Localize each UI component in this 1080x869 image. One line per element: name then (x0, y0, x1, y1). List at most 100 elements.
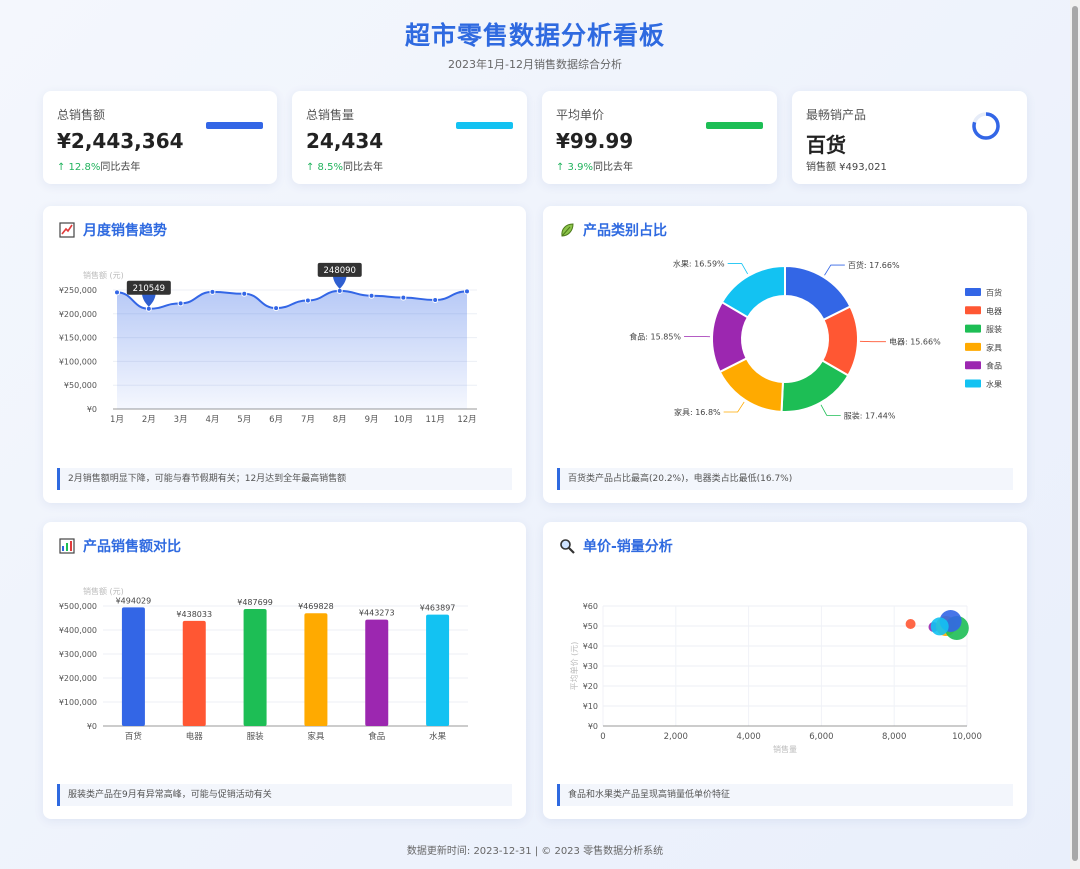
y-tick-label: ¥100,000 (59, 698, 97, 707)
panel-category-share: 产品类别占比 百货: 17.66% 电器: 15.66% 服装: 17.44% 家具:… (543, 206, 1027, 503)
legend-label: 水果 (986, 379, 1002, 389)
y-tick-label: ¥0 (87, 405, 97, 414)
x-tick-label: 1月 (110, 415, 124, 425)
legend-swatch (965, 361, 981, 370)
slice-label: 电器: 15.66% (889, 337, 941, 347)
legend-label: 服装 (986, 324, 1002, 334)
bar-chart-icon (59, 538, 75, 554)
leaf-icon (561, 223, 574, 237)
x-tick-label: 百货 (125, 731, 143, 742)
scrollbar-thumb[interactable] (1072, 6, 1078, 861)
x-tick-label: 9月 (365, 415, 379, 425)
legend-label: 电器 (986, 306, 1002, 316)
panel-note: 服装类产品在9月有异常高峰，可能与促销活动有关 (57, 784, 512, 806)
trend-chart: 销售额 (元) ¥0 ¥50,000 ¥100,000 ¥150,000 ¥200,000… (59, 262, 477, 425)
y-tick-label: ¥20 (583, 682, 598, 691)
bar (243, 608, 267, 726)
label-leader (727, 263, 749, 275)
x-tick-label: 2,000 (664, 732, 688, 742)
data-point (209, 288, 216, 295)
data-point (241, 290, 248, 297)
y-axis-title: 销售额 (元) (83, 586, 124, 596)
y-tick-label: ¥250,000 (59, 286, 97, 295)
bar-value-label: ¥438033 (176, 610, 212, 619)
x-tick-label: 4,000 (736, 732, 760, 742)
legend-label: 家具 (986, 342, 1002, 352)
y-tick-label: ¥200,000 (59, 310, 97, 319)
legend-swatch (965, 306, 981, 315)
x-tick-label: 8,000 (882, 732, 906, 742)
tooltip-label: 210549 (133, 284, 165, 294)
data-point (368, 292, 375, 299)
y-tick-label: ¥0 (87, 722, 97, 731)
panel-title: 月度销售趋势 (59, 220, 167, 240)
panel-note: 百货类产品占比最高(20.2%)，电器类占比最低(16.7%) (557, 468, 1013, 490)
panel-title: 单价-销量分析 (559, 536, 673, 556)
tooltip-label: 248090 (324, 266, 356, 276)
x-axis-title: 销售量 (773, 744, 797, 754)
kpi-value: 24,434 (306, 129, 384, 153)
y-tick-label: ¥30 (583, 662, 598, 671)
page-subtitle: 2023年1月-12月销售数据综合分析 (448, 58, 622, 71)
bar (304, 613, 328, 726)
slice-label: 水果: 16.59% (673, 259, 725, 269)
kpi-change: ↑ 8.5%同比去年 (306, 162, 383, 173)
x-tick-label: 11月 (426, 415, 445, 425)
slice-label: 家具: 16.8% (674, 407, 721, 417)
x-tick-label: 12月 (457, 415, 476, 425)
bar-value-label: ¥469828 (298, 602, 334, 611)
kpi-accent-bar (206, 122, 263, 129)
kpi-value: ¥99.99 (556, 129, 634, 153)
progress-ring-icon (972, 112, 1000, 140)
product-bar-chart: 销售额 (元) ¥0 ¥100,000 ¥200,000 ¥300,000 ¥400,00… (59, 586, 468, 742)
magnifier-icon (560, 539, 575, 554)
x-tick-label: 3月 (174, 415, 188, 425)
x-tick-label: 7月 (301, 415, 315, 425)
trend-area (117, 290, 467, 409)
x-tick-label: 10月 (394, 415, 413, 425)
label-leader (723, 401, 745, 413)
x-tick-label: 8月 (333, 415, 347, 425)
y-axis-title: 销售额 (元) (83, 270, 124, 280)
kpi-accent-bar (456, 122, 513, 129)
bar (426, 614, 450, 726)
x-tick-label: 服装 (247, 731, 265, 742)
panel-monthly-trend: 月度销售趋势 销售额 (元) ¥0 ¥50,000 ¥100,000 ¥150,000 ¥… (43, 206, 526, 503)
data-point (400, 294, 407, 301)
footer: 数据更新时间: 2023-12-31 | © 2023 零售数据分析系统 (406, 846, 664, 857)
legend-label: 百货 (986, 288, 1002, 298)
panel-note: 2月销售额明显下降，可能与春节假期有关；12月达到全年最高销售额 (57, 468, 512, 490)
y-tick-label: ¥500,000 (59, 602, 97, 611)
y-axis-title: 平均单价 (元) (569, 642, 579, 691)
y-tick-label: ¥400,000 (59, 626, 97, 635)
y-tick-label: ¥100,000 (59, 357, 97, 366)
bar-value-label: ¥487699 (237, 598, 273, 607)
y-tick-label: ¥0 (588, 722, 598, 731)
x-tick-label: 4月 (205, 415, 219, 425)
scatter-point (930, 617, 949, 636)
kpi-change: ↑ 3.9%同比去年 (556, 162, 633, 173)
label-leader (824, 264, 845, 276)
panel-price-volume: 单价-销量分析 ¥0 ¥10 ¥20 ¥30 ¥40 ¥50 ¥60 0 2,000 4,000 6… (543, 522, 1027, 819)
x-tick-label: 水果 (429, 731, 447, 742)
legend-swatch (965, 288, 981, 296)
price-volume-scatter: ¥0 ¥10 ¥20 ¥30 ¥40 ¥50 ¥60 0 2,000 4,000 6,000 8,00… (569, 602, 982, 754)
y-tick-label: ¥150,000 (59, 334, 97, 343)
data-point (336, 287, 343, 294)
bar-value-label: ¥463897 (420, 604, 456, 613)
kpi-card-top-product: 最畅销产品 百货 销售额 ¥493,021 (792, 91, 1027, 184)
kpi-label: 总销售量 (306, 108, 355, 122)
panel-title: 产品类别占比 (559, 220, 667, 240)
data-point (432, 296, 439, 303)
y-tick-label: ¥60 (583, 602, 598, 611)
legend-label: 食品 (986, 361, 1002, 371)
kpi-card-total-sales: 总销售额 ¥2,443,364 ↑ 12.8%同比去年 (43, 91, 277, 184)
data-point (464, 288, 470, 295)
page-title: 超市零售数据分析看板 (404, 21, 665, 50)
x-tick-label: 5月 (237, 415, 251, 425)
x-tick-label: 0 (600, 732, 605, 742)
data-point (177, 300, 184, 307)
x-tick-label: 电器 (186, 731, 204, 742)
kpi-card-avg-price: 平均单价 ¥99.99 ↑ 3.9%同比去年 (542, 91, 777, 184)
scrollbar[interactable] (1070, 0, 1080, 869)
